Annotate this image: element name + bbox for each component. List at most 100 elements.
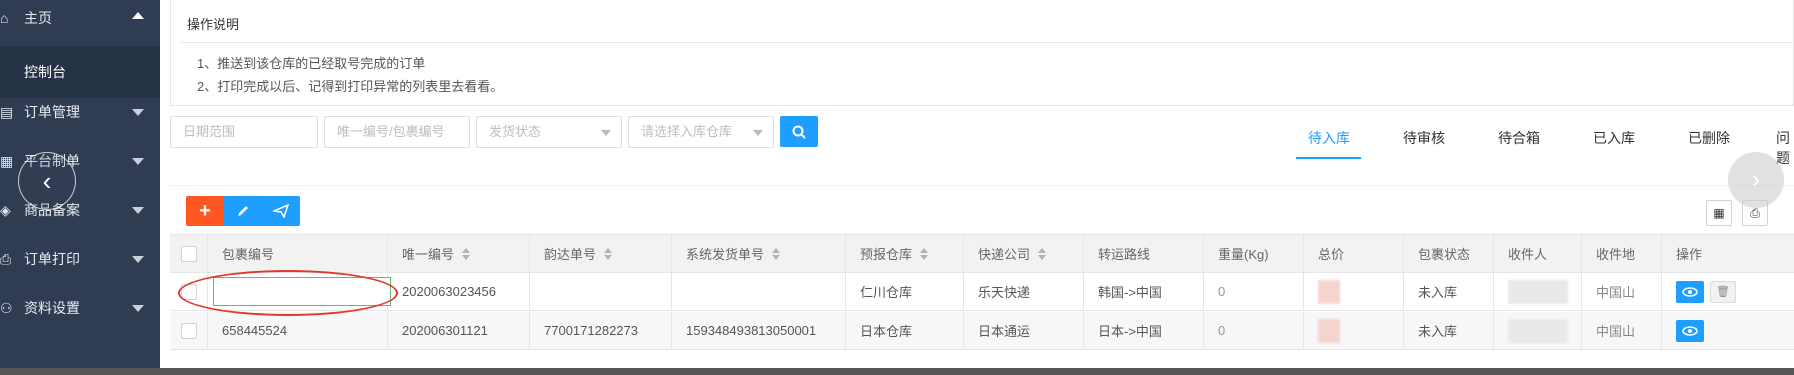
view-button[interactable] (1676, 280, 1704, 303)
column-header: 包裹状态 (1404, 235, 1494, 272)
list-icon: ▤ (0, 103, 14, 120)
view-button[interactable] (1676, 319, 1704, 342)
sidebar-item-label: 订单管理 (24, 104, 80, 120)
shield-icon: ◈ (0, 201, 11, 218)
yunda-cell: 7700171282273 (530, 312, 672, 349)
column-header: 重量(Kg) (1204, 235, 1304, 272)
column-header[interactable]: 快递公司 (964, 235, 1084, 272)
warehouse-cell: 仁川仓库 (846, 273, 964, 310)
tab-pending-inbound[interactable]: 待入库 (1308, 128, 1350, 148)
column-header[interactable]: 系统发货单号 (672, 235, 846, 272)
status-select-placeholder: 发货状态 (489, 124, 542, 139)
sidebar-item-settings[interactable]: ⚇ 资料设置 (0, 280, 160, 336)
search-button[interactable] (780, 116, 818, 147)
chevron-down-icon (132, 256, 144, 263)
chevron-down-icon (753, 130, 763, 136)
sidebar-item-label: 资料设置 (24, 300, 80, 316)
send-icon (273, 204, 289, 218)
address-cell: 中国山 (1582, 312, 1662, 349)
row-checkbox-cell (170, 312, 208, 349)
sort-icon[interactable] (462, 247, 471, 260)
instruction-item: 2、打印完成以后、记得到打印异常的列表里去看看。 (197, 79, 504, 94)
package-table: 包裹编号 唯一编号 韵达单号 系统发货单号 预报仓库 快递公司 转运路线 重量(… (170, 234, 1794, 375)
chevron-up-icon (132, 12, 144, 19)
price-cell (1304, 312, 1404, 349)
sys-number-cell: 159348493813050001 (672, 312, 846, 349)
weight-cell: 0 (1204, 273, 1304, 310)
chevron-down-icon (132, 109, 144, 116)
redacted-value (1318, 318, 1340, 343)
pencil-icon (238, 206, 248, 216)
address-cell: 中国山 (1582, 273, 1662, 310)
tab-pending-review[interactable]: 待审核 (1403, 128, 1445, 148)
delete-button[interactable]: 🗑 (1710, 280, 1736, 303)
status-select[interactable]: 发货状态 (476, 116, 622, 148)
printer-icon: ⎙ (0, 250, 12, 267)
chevron-down-icon (132, 305, 144, 312)
trash-icon: 🗑 (1716, 286, 1730, 298)
warehouse-select[interactable]: 请选择入库仓库 (628, 116, 774, 148)
tab-problem[interactable]: 问题 (1776, 128, 1794, 168)
column-header: 操作 (1676, 247, 1703, 262)
operations-cell (1662, 312, 1794, 349)
uid-cell: 2020063023456 (388, 273, 530, 310)
eye-icon (1682, 286, 1698, 297)
sidebar-subitem-label: 控制台 (24, 64, 66, 80)
chevron-left-icon: ‹ (42, 165, 52, 196)
send-button[interactable] (262, 196, 300, 226)
sidebar-item-home[interactable]: ⌂ 主页 (0, 0, 160, 46)
sort-icon[interactable] (1038, 247, 1047, 260)
plus-icon: + (199, 199, 211, 222)
warehouse-cell: 日本仓库 (846, 312, 964, 349)
search-icon (792, 125, 806, 139)
columns-filter-icon[interactable]: ▦ (1706, 200, 1732, 226)
column-header: 转运路线 (1084, 235, 1204, 272)
tab-inbound[interactable]: 已入库 (1593, 128, 1635, 148)
column-header: 总价 (1304, 235, 1404, 272)
add-button[interactable]: + (186, 196, 224, 226)
date-range-input[interactable]: 日期范围 (170, 116, 318, 148)
tab-deleted[interactable]: 已删除 (1688, 128, 1730, 148)
column-header: 收件人 (1494, 235, 1582, 272)
sort-icon[interactable] (604, 247, 613, 260)
edit-button[interactable] (224, 196, 262, 226)
active-tab-indicator (1296, 157, 1361, 159)
redacted-value (1508, 318, 1568, 343)
id-search-input[interactable]: 唯一编号/包裹编号 (324, 116, 470, 148)
tab-pending-merge[interactable]: 待合箱 (1498, 128, 1540, 148)
recipient-cell (1494, 273, 1582, 310)
carousel-prev-button[interactable]: ‹ (18, 152, 76, 210)
sidebar-item-label: 主页 (24, 10, 52, 26)
row-checkbox[interactable] (180, 322, 197, 339)
yunda-cell (530, 273, 672, 310)
sort-icon[interactable] (772, 247, 781, 260)
status-cell: 未入库 (1404, 312, 1494, 349)
sidebar-item-label: 订单打印 (24, 251, 80, 267)
sys-number-cell (672, 273, 846, 310)
column-header[interactable]: 唯一编号 (388, 235, 530, 272)
sort-icon[interactable] (920, 247, 929, 260)
divider (170, 185, 1794, 186)
instructions-list: 1、推送到该仓库的已经取号完成的订单 2、打印完成以后、记得到打印异常的列表里去… (197, 52, 503, 98)
chevron-down-icon (132, 207, 144, 214)
courier-cell: 日本通运 (964, 312, 1084, 349)
warehouse-select-placeholder: 请选择入库仓库 (641, 124, 733, 139)
status-cell: 未入库 (1404, 273, 1494, 310)
column-header: 收件地 (1582, 235, 1662, 272)
select-all-checkbox[interactable] (180, 245, 197, 262)
sidebar-item-orders[interactable]: ▤ 订单管理 (0, 84, 160, 140)
column-header[interactable]: 预报仓库 (846, 235, 964, 272)
carousel-next-button[interactable]: › (1728, 152, 1784, 208)
select-all-checkbox-cell (170, 235, 208, 272)
instructions-panel: 操作说明 1、推送到该仓库的已经取号完成的订单 2、打印完成以后、记得到打印异常… (170, 0, 1794, 106)
chevron-down-icon (601, 130, 611, 136)
sidebar-item-print[interactable]: ⎙ 订单打印 (0, 231, 160, 287)
package-number-cell: 658445524 (208, 312, 388, 349)
eye-icon (1682, 325, 1698, 336)
redacted-value (1318, 279, 1340, 304)
bottom-scrollbar[interactable] (0, 368, 1794, 375)
table-row: 658445524 202006301121 7700171282273 159… (170, 312, 1794, 350)
weight-cell: 0 (1204, 312, 1304, 349)
column-header[interactable]: 韵达单号 (530, 235, 672, 272)
column-header[interactable]: 包裹编号 (208, 235, 388, 272)
